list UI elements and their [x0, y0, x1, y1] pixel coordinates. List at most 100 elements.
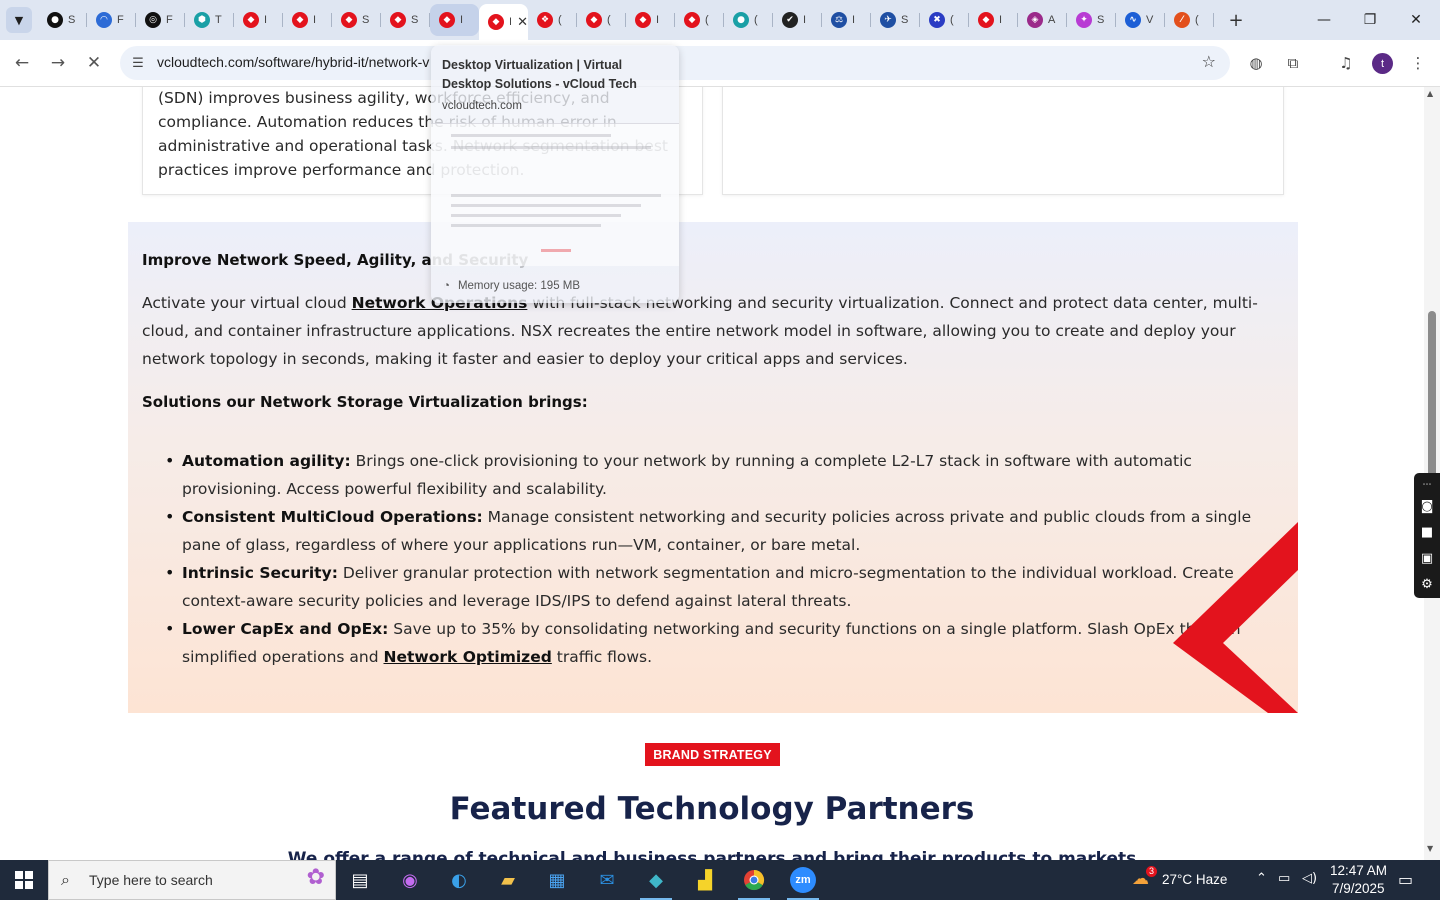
- vcloud-icon: ◆: [243, 12, 259, 28]
- browser-tab[interactable]: ✖(: [920, 4, 969, 36]
- file-explorer-icon[interactable]: ▰: [488, 864, 528, 896]
- chevron-decoration-icon: [1173, 522, 1298, 713]
- scale-icon: ⚖: [831, 12, 847, 28]
- chevron-up-icon[interactable]: ⌃: [1256, 871, 1267, 886]
- weather-badge: 3: [1146, 866, 1157, 877]
- chrome-icon[interactable]: [734, 864, 774, 900]
- app-diamond-icon[interactable]: ◆: [636, 864, 676, 900]
- vcloud-icon: ◆: [635, 12, 651, 28]
- browser-tab[interactable]: ⬢ T: [185, 4, 234, 36]
- browser-tab[interactable]: ◆(: [675, 4, 724, 36]
- list-item: Intrinsic Security: Deliver granular pro…: [165, 559, 1287, 615]
- browser-tab[interactable]: ◆(: [577, 4, 626, 36]
- forward-button[interactable]: →: [44, 49, 72, 77]
- slash-icon: ⁄: [1174, 12, 1190, 28]
- window-icon[interactable]: ▣: [1421, 546, 1433, 572]
- browser-toolbar: ← → ✕ ☰ vcloudtech.com/software/hybrid-i…: [0, 40, 1440, 87]
- browser-tab[interactable]: ⁄(: [1165, 4, 1214, 36]
- browser-tab[interactable]: ✔ I: [773, 4, 822, 36]
- tab-list: ● S ◠ F ◎ F ⬢ T ◆ I ◆ I ◆ S ◆ S ◆ I ◆ I ✕ ❖(◆(◆ I ◆(●(✔ I ⚖ I ✈ S ✖(◆…: [38, 4, 1214, 40]
- video-icon[interactable]: ■: [1421, 520, 1433, 546]
- link-icon[interactable]: ⋯: [1423, 476, 1432, 493]
- partners-subheading: We offer a range of technical and busine…: [287, 849, 1137, 860]
- browser-tab[interactable]: ◆ I: [969, 4, 1018, 36]
- back-button[interactable]: ←: [8, 49, 36, 77]
- list-item: Automation agility: Brings one-click pro…: [165, 447, 1287, 503]
- browser-tab[interactable]: ◆ I: [430, 4, 479, 36]
- extensions-icon[interactable]: ⧉: [1282, 52, 1304, 74]
- notification-icon[interactable]: ▭: [1398, 870, 1413, 889]
- taskbar-search[interactable]: ⌕ Type here to search ✿: [48, 860, 336, 900]
- browser-tab[interactable]: ● S: [38, 4, 87, 36]
- browser-tab[interactable]: ◆ S: [381, 4, 430, 36]
- vcloud-icon: ◆: [684, 12, 700, 28]
- browser-tab[interactable]: ◆ S: [332, 4, 381, 36]
- browser-tab[interactable]: ◆ I ✕: [479, 4, 528, 40]
- menu-kebab-icon[interactable]: ⋮: [1407, 52, 1429, 74]
- bookmark-star-icon[interactable]: ☆: [1202, 52, 1216, 71]
- browser-tab[interactable]: ●(: [724, 4, 773, 36]
- profile-avatar[interactable]: t: [1372, 53, 1393, 74]
- browser-tab[interactable]: ∿ V: [1116, 4, 1165, 36]
- browser-tab[interactable]: ◆ I: [283, 4, 332, 36]
- restore-button[interactable]: ❐: [1350, 6, 1390, 34]
- close-window-button[interactable]: ✕: [1396, 6, 1436, 34]
- tab-title: (: [754, 14, 758, 26]
- start-button[interactable]: [0, 860, 48, 900]
- network-icon[interactable]: ▭: [1278, 871, 1290, 886]
- camera-icon[interactable]: ◙: [1421, 493, 1434, 519]
- tab-title: I: [264, 14, 268, 26]
- zoom-icon[interactable]: zm: [783, 864, 823, 900]
- network-optimized-link[interactable]: Network Optimized: [384, 648, 552, 666]
- sticky-notes-icon[interactable]: ▟: [685, 864, 725, 896]
- browser-tab[interactable]: ◆ I: [234, 4, 283, 36]
- stop-loading-button[interactable]: ✕: [80, 49, 108, 77]
- dots-icon: ❖: [537, 12, 553, 28]
- task-view-icon[interactable]: ▤: [340, 864, 380, 896]
- browser-tab[interactable]: ❖(: [528, 4, 577, 36]
- browser-tab[interactable]: ◈ A: [1018, 4, 1067, 36]
- browser-tab[interactable]: ◆ I: [626, 4, 675, 36]
- copilot-icon[interactable]: ◉: [390, 864, 430, 896]
- browser-tab[interactable]: ◎ F: [136, 4, 185, 36]
- browser-tab[interactable]: ⚖ I: [822, 4, 871, 36]
- teal-circle-icon: ●: [733, 12, 749, 28]
- edge-icon[interactable]: ◐: [439, 864, 479, 896]
- teal-hex-icon: ⬢: [194, 12, 210, 28]
- solutions-list: Automation agility: Brings one-click pro…: [165, 447, 1287, 671]
- clock-date[interactable]: 7/9/2025: [1332, 881, 1385, 896]
- search-placeholder[interactable]: Type here to search: [89, 872, 213, 888]
- site-info-icon[interactable]: ☰: [128, 53, 148, 73]
- store-icon[interactable]: ▦: [537, 864, 577, 896]
- network-section: Improve Network Speed, Agility, and Secu…: [128, 222, 1298, 713]
- windows-taskbar: ⌕ Type here to search ✿ ▤ ◉ ◐ ▰ ▦ ✉ ◆ ▟ …: [0, 860, 1440, 900]
- bullet-term: Intrinsic Security:: [182, 564, 338, 582]
- gear-icon[interactable]: ⚙: [1421, 572, 1433, 598]
- vcloud-icon: ◆: [292, 12, 308, 28]
- tab-search-button[interactable]: ▼: [6, 7, 32, 33]
- clock-time[interactable]: 12:47 AM: [1330, 863, 1387, 878]
- mail-icon[interactable]: ✉: [587, 864, 627, 896]
- plus-icon: +: [1228, 9, 1244, 31]
- media-control-icon[interactable]: ♫: [1335, 52, 1357, 74]
- new-tab-button[interactable]: +: [1224, 8, 1248, 32]
- url-text[interactable]: vcloudtech.com/software/hybrid-it/networ…: [157, 54, 429, 70]
- tab-title: T: [215, 14, 222, 26]
- minimize-button[interactable]: —: [1304, 6, 1344, 34]
- tab-title: S: [901, 14, 909, 26]
- openai-icon: ◎: [145, 12, 161, 28]
- scroll-up-icon[interactable]: ▲: [1427, 89, 1433, 98]
- weather-text[interactable]: 27°C Haze: [1162, 872, 1227, 887]
- tab-title: (: [950, 14, 954, 26]
- tab-title: V: [1146, 14, 1154, 26]
- scroll-down-icon[interactable]: ▼: [1427, 844, 1433, 853]
- browser-tab[interactable]: ◠ F: [87, 4, 136, 36]
- browser-tab[interactable]: ✦ S: [1067, 4, 1116, 36]
- tab-close-icon[interactable]: ✕: [517, 15, 528, 30]
- volume-icon[interactable]: ◁): [1302, 871, 1317, 886]
- translate-icon[interactable]: ◍: [1245, 52, 1267, 74]
- bullet-text: traffic flows.: [551, 648, 653, 666]
- list-item: Lower CapEx and OpEx: Save up to 35% by …: [165, 615, 1287, 671]
- browser-tab[interactable]: ✈ S: [871, 4, 920, 36]
- arrow-right-icon: →: [50, 53, 66, 73]
